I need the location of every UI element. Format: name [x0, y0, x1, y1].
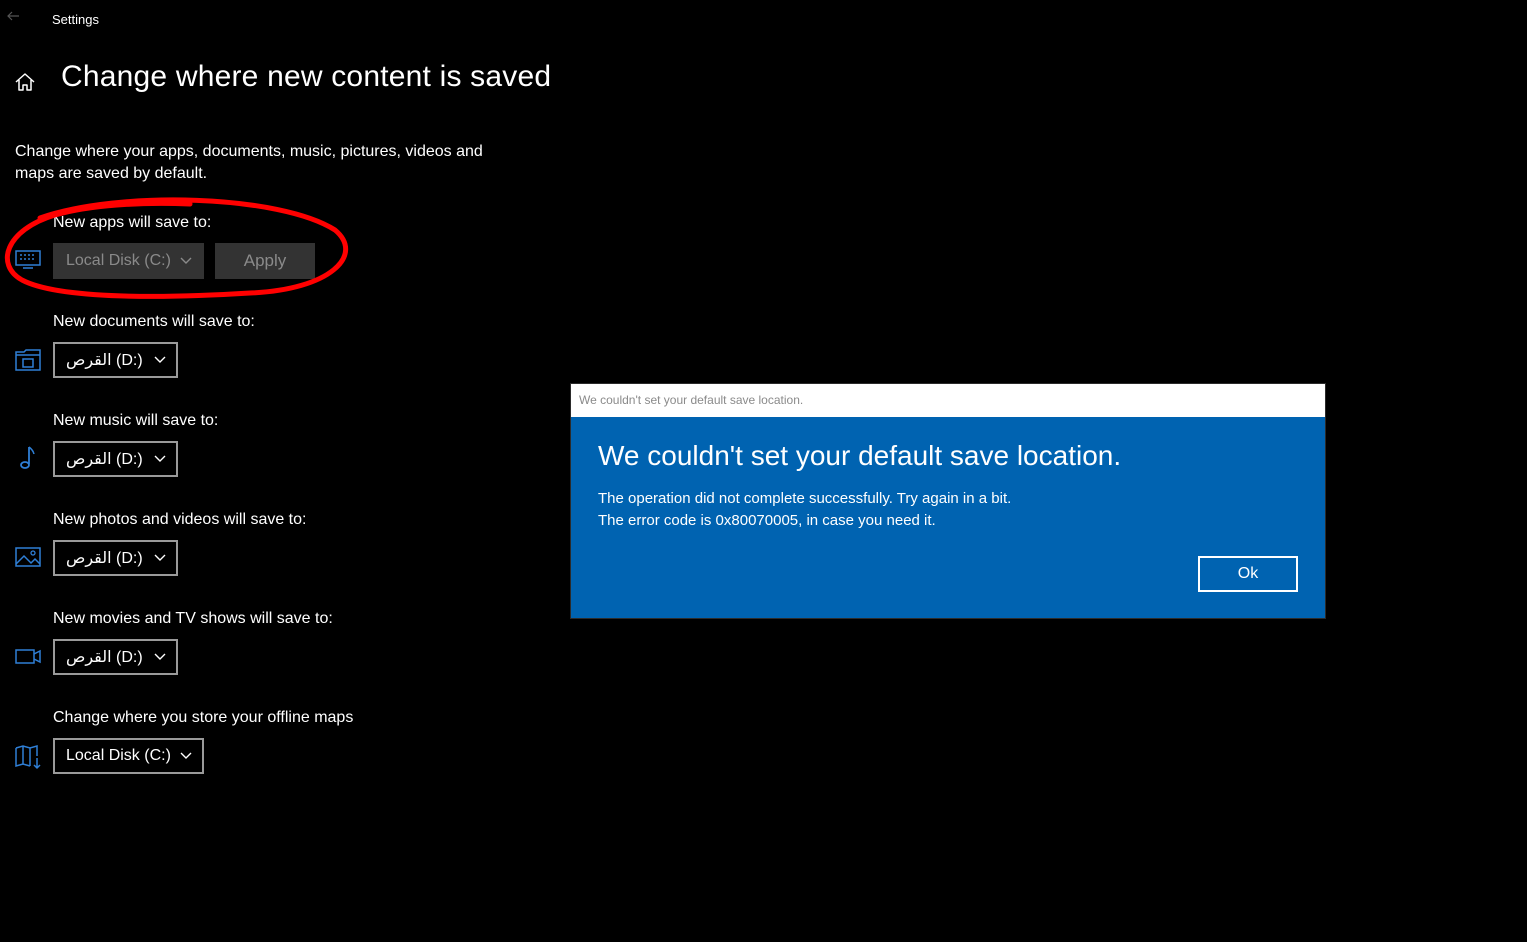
movies-save-label: New movies and TV shows will save to: — [53, 610, 333, 627]
music-note-icon — [20, 446, 35, 469]
chevron-down-icon — [154, 554, 166, 561]
chevron-down-icon — [154, 356, 166, 363]
picture-icon — [15, 547, 41, 567]
offline-maps-drive-select[interactable]: Local Disk (C:) — [53, 738, 204, 774]
dialog-message: The operation did not complete successfu… — [598, 488, 1011, 532]
movies-drive-select[interactable]: القرص (D:) — [53, 639, 178, 675]
page-title: Change where new content is saved — [61, 60, 552, 93]
photos-drive-select[interactable]: القرص (D:) — [53, 540, 178, 576]
music-drive-value: القرص (D:) — [66, 451, 143, 468]
documents-save-label: New documents will save to: — [53, 313, 255, 330]
dialog-heading: We couldn't set your default save locati… — [598, 440, 1122, 471]
documents-drive-value: القرص (D:) — [66, 352, 143, 369]
offline-maps-drive-value: Local Disk (C:) — [66, 747, 171, 764]
documents-folder-icon — [15, 349, 41, 371]
ok-button[interactable]: Ok — [1198, 556, 1298, 592]
page-description: Change where your apps, documents, music… — [15, 143, 483, 182]
red-annotation-circle — [4, 197, 349, 299]
error-dialog: We couldn't set your default save locati… — [570, 383, 1326, 619]
dialog-message-line-1: The operation did not complete successfu… — [598, 490, 1012, 507]
video-camera-icon — [15, 649, 41, 664]
offline-maps-label: Change where you store your offline maps — [53, 709, 354, 726]
window-title: Settings — [52, 12, 99, 27]
chevron-down-icon — [154, 455, 166, 462]
back-arrow-icon[interactable] — [5, 7, 23, 25]
photos-drive-value: القرص (D:) — [66, 550, 143, 567]
dialog-message-line-2: The error code is 0x80070005, in case yo… — [598, 512, 936, 529]
music-drive-select[interactable]: القرص (D:) — [53, 441, 178, 477]
music-save-label: New music will save to: — [53, 412, 219, 429]
chevron-down-icon — [180, 752, 192, 759]
map-download-icon — [15, 745, 41, 770]
chevron-down-icon — [154, 653, 166, 660]
home-icon[interactable] — [13, 70, 37, 94]
photos-save-label: New photos and videos will save to: — [53, 511, 307, 528]
dialog-titlebar: We couldn't set your default save locati… — [571, 384, 1325, 417]
movies-drive-value: القرص (D:) — [66, 649, 143, 666]
documents-drive-select[interactable]: القرص (D:) — [53, 342, 178, 378]
